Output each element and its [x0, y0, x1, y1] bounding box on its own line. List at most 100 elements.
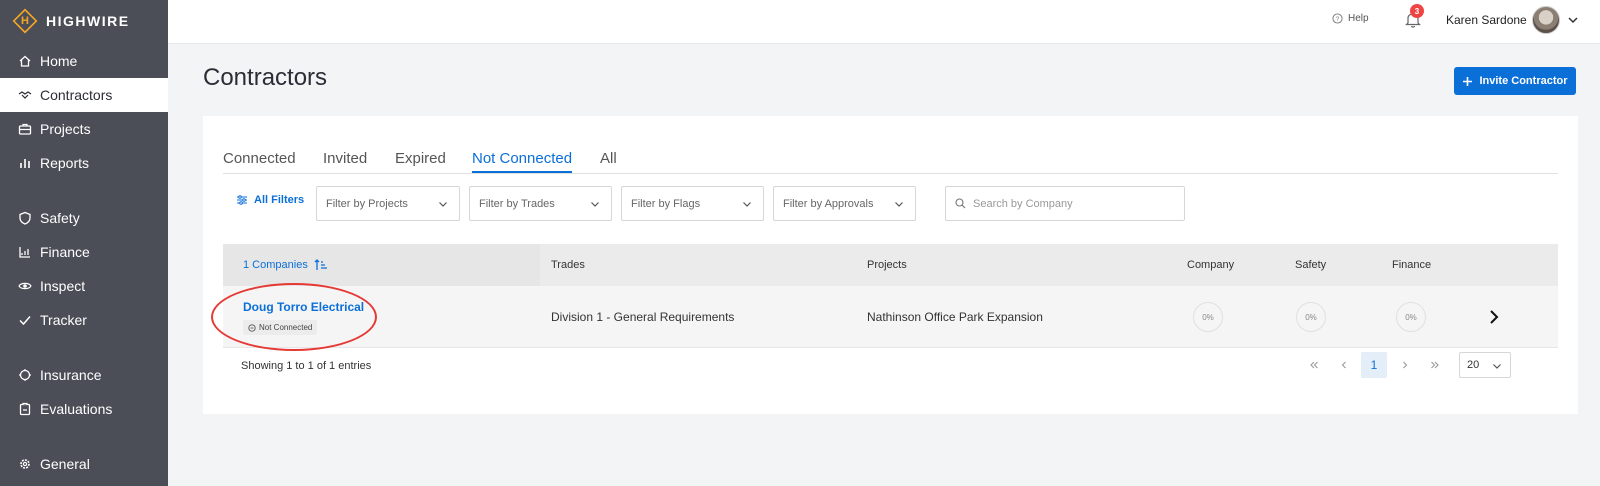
status-tabs: Connected Invited Expired Not Connected … — [223, 134, 1558, 174]
page-1-button[interactable]: 1 — [1361, 352, 1387, 378]
sidebar-item-label: Insurance — [40, 367, 102, 383]
previous-page-button[interactable] — [1331, 352, 1357, 378]
app-name: HIGHWIRE — [46, 13, 130, 29]
filter-approvals-select[interactable]: Filter by Approvals — [773, 186, 916, 221]
filter-projects-select[interactable]: Filter by Projects — [316, 186, 460, 221]
search-input[interactable] — [973, 197, 1173, 210]
finance-score-badge: 0% — [1396, 302, 1426, 332]
trades-cell: Division 1 - General Requirements — [551, 310, 735, 324]
sidebar-item-label: Reports — [40, 155, 90, 171]
chevron-down-icon — [1493, 364, 1501, 369]
invite-contractor-button[interactable]: Invite Contractor — [1454, 67, 1576, 95]
bar-chart-icon — [18, 156, 32, 170]
tab-connected[interactable]: Connected — [223, 150, 296, 167]
tab-not-connected[interactable]: Not Connected — [472, 150, 573, 173]
chevron-right-icon — [1403, 361, 1408, 369]
page-title: Contractors — [203, 64, 328, 91]
sort-ascending-icon[interactable] — [314, 259, 328, 271]
last-page-button[interactable] — [1422, 352, 1448, 378]
filter-trades-label: Filter by Trades — [479, 197, 555, 210]
finance-score-column-header: Finance — [1392, 259, 1432, 271]
nav-divider — [0, 426, 168, 447]
filter-flags-select[interactable]: Filter by Flags — [621, 186, 764, 221]
sidebar-item-projects[interactable]: Projects — [0, 112, 168, 146]
notification-count-badge: 3 — [1410, 4, 1424, 18]
top-bar: ? Help 3 Karen Sardone — [168, 0, 1600, 44]
filter-flags-label: Filter by Flags — [631, 197, 701, 210]
chevron-down-icon — [895, 202, 903, 207]
annotation-highlight-circle — [211, 283, 377, 351]
page-size-value: 20 — [1467, 359, 1480, 371]
first-page-button[interactable] — [1301, 352, 1327, 378]
gear-icon — [18, 457, 32, 471]
tab-all[interactable]: All — [600, 150, 617, 167]
sidebar-item-tracker[interactable]: Tracker — [0, 303, 168, 337]
eye-icon — [18, 279, 32, 293]
sidebar-item-label: Inspect — [40, 278, 86, 294]
chevron-down-icon — [591, 202, 599, 207]
filter-trades-select[interactable]: Filter by Trades — [469, 186, 612, 221]
sidebar-item-label: Contractors — [40, 87, 113, 103]
trades-column-header: Trades — [551, 259, 585, 271]
sidebar-item-label: Tracker — [40, 312, 87, 328]
tab-invited[interactable]: Invited — [323, 150, 367, 167]
companies-count-label: 1 Companies — [243, 259, 308, 271]
all-filters-label: All Filters — [254, 194, 305, 206]
table-header: 1 Companies Trades Projects Company Safe… — [223, 244, 1558, 286]
safety-score-column-header: Safety — [1295, 259, 1327, 271]
sidebar-item-general[interactable]: General — [0, 447, 168, 481]
company-search — [945, 186, 1185, 221]
companies-column-header[interactable]: 1 Companies — [243, 259, 328, 271]
help-label: Help — [1348, 13, 1369, 24]
app-logo[interactable]: H HIGHWIRE — [0, 0, 168, 42]
chevron-down-icon[interactable] — [1567, 14, 1579, 26]
handshake-icon — [18, 88, 32, 102]
table-row[interactable]: Doug Torro Electrical Not Connected Divi… — [223, 286, 1558, 348]
sidebar-item-label: General — [40, 456, 90, 472]
search-icon — [955, 198, 966, 209]
help-icon: ? — [1332, 13, 1343, 24]
sidebar-item-label: Evaluations — [40, 401, 113, 417]
company-score-badge: 0% — [1193, 302, 1223, 332]
filter-approvals-label: Filter by Approvals — [783, 197, 874, 210]
finance-chart-icon — [18, 245, 32, 259]
sidebar-item-label: Projects — [40, 121, 91, 137]
sidebar-item-insurance[interactable]: Insurance — [0, 358, 168, 392]
sidebar-item-label: Home — [40, 53, 78, 69]
help-link[interactable]: ? Help — [1332, 13, 1369, 24]
sidebar-item-reports[interactable]: Reports — [0, 146, 168, 180]
sidebar-item-safety[interactable]: Safety — [0, 201, 168, 235]
invite-contractor-label: Invite Contractor — [1479, 75, 1568, 87]
sidebar-item-evaluations[interactable]: Evaluations — [0, 392, 168, 426]
projects-cell: Nathinson Office Park Expansion — [867, 310, 1043, 324]
umbrella-icon — [18, 368, 32, 382]
contractors-card: Connected Invited Expired Not Connected … — [203, 116, 1578, 414]
projects-column-header: Projects — [867, 259, 907, 271]
safety-score-badge: 0% — [1296, 302, 1326, 332]
avatar[interactable] — [1532, 6, 1560, 34]
sidebar-item-contractors[interactable]: Contractors — [0, 78, 168, 112]
chevron-down-icon — [743, 202, 751, 207]
nav-divider — [0, 337, 168, 358]
sliders-icon — [237, 195, 247, 205]
sidebar-item-inspect[interactable]: Inspect — [0, 269, 168, 303]
next-page-button[interactable] — [1392, 352, 1418, 378]
double-chevron-right-icon — [1431, 361, 1439, 369]
sidebar-item-label: Finance — [40, 244, 90, 260]
filter-projects-label: Filter by Projects — [326, 197, 408, 210]
svg-text:?: ? — [1336, 16, 1340, 23]
user-name[interactable]: Karen Sardone — [1446, 13, 1527, 27]
tab-expired[interactable]: Expired — [395, 150, 446, 167]
plus-icon — [1463, 76, 1473, 86]
chevron-right-icon[interactable] — [1488, 308, 1500, 326]
chevron-left-icon — [1341, 361, 1346, 369]
page-size-select[interactable]: 20 — [1459, 352, 1511, 378]
entries-summary: Showing 1 to 1 of 1 entries — [241, 360, 372, 372]
nav-divider — [0, 180, 168, 201]
sidebar-item-finance[interactable]: Finance — [0, 235, 168, 269]
clipboard-icon — [18, 402, 32, 416]
shield-icon — [18, 211, 32, 225]
double-chevron-left-icon — [1310, 361, 1318, 369]
all-filters-button[interactable]: All Filters — [236, 194, 304, 206]
sidebar-item-home[interactable]: Home — [0, 44, 168, 78]
